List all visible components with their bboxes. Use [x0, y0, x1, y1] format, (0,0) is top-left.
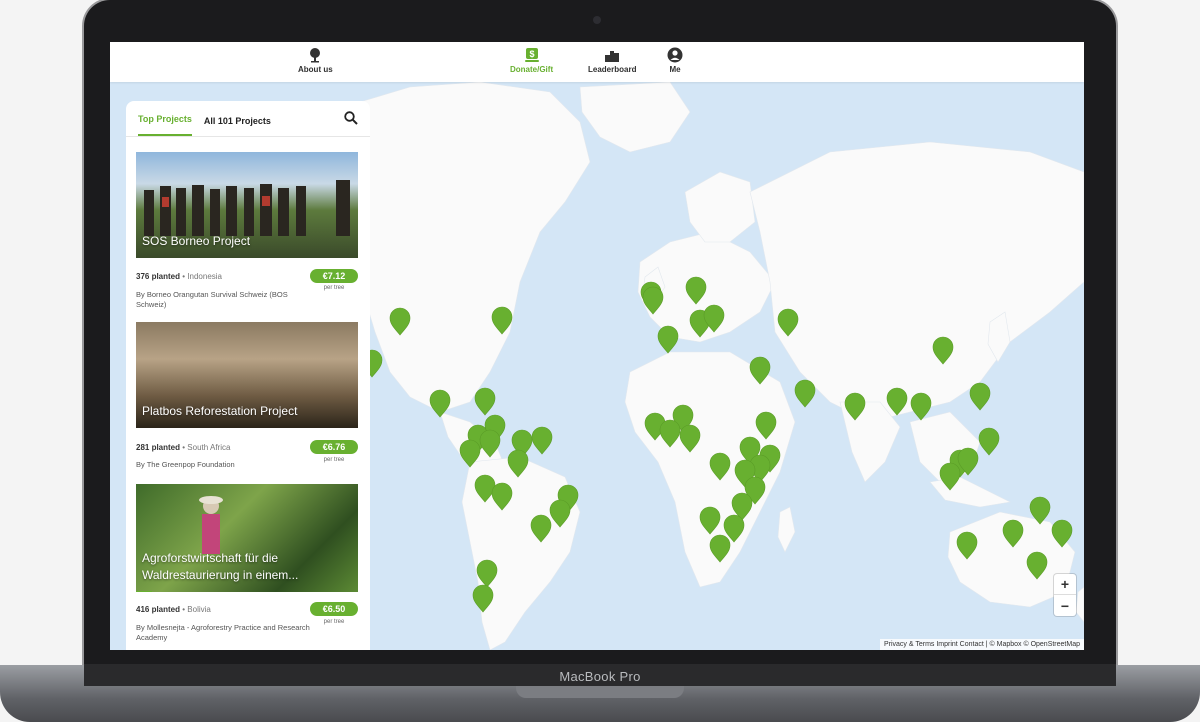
planted-count: 416 planted: [136, 605, 181, 614]
camera: [593, 16, 601, 24]
nav-leaderboard[interactable]: Leaderboard: [588, 47, 636, 74]
price-badge[interactable]: €6.76: [310, 440, 358, 454]
project-card[interactable]: SOS Borneo Project 376 planted • Indones…: [136, 152, 358, 317]
project-organization: By Mollesnejta - Agroforestry Practice a…: [136, 623, 310, 642]
planted-count: 376 planted: [136, 272, 181, 281]
project-image: SOS Borneo Project: [136, 152, 358, 258]
map-attribution[interactable]: Privacy & Terms Imprint Contact | © Mapb…: [879, 639, 1084, 650]
project-country: South Africa: [187, 443, 231, 452]
donate-icon: $: [524, 47, 540, 63]
project-country: Bolivia: [187, 605, 211, 614]
project-title: SOS Borneo Project: [142, 234, 251, 248]
user-icon: [667, 47, 683, 63]
project-card[interactable]: Platbos Reforestation Project 281 plante…: [136, 322, 358, 487]
tab-top-projects[interactable]: Top Projects: [138, 114, 192, 136]
project-meta: 281 planted • South Africa: [136, 443, 231, 452]
top-navigation: About us $ Donate/Gift Leaderboard Me: [110, 42, 1084, 82]
per-tree-label: per tree: [323, 619, 345, 625]
price-badge[interactable]: €6.50: [310, 602, 358, 616]
project-title: Agroforstwirtschaft für die Waldrestauri…: [142, 551, 299, 582]
nav-me[interactable]: Me: [667, 47, 683, 74]
zoom-controls: + −: [1054, 574, 1076, 616]
search-icon[interactable]: [344, 111, 358, 125]
tab-all-projects[interactable]: All 101 Projects: [204, 116, 271, 136]
project-meta: 376 planted • Indonesia: [136, 272, 222, 281]
planted-count: 281 planted: [136, 443, 181, 452]
svg-text:$: $: [529, 49, 534, 59]
project-organization: By Borneo Orangutan Survival Schweiz (BO…: [136, 290, 288, 309]
nav-about-us[interactable]: About us: [298, 47, 333, 74]
project-title: Platbos Reforestation Project: [142, 404, 298, 418]
nav-about-label: About us: [298, 65, 333, 74]
podium-icon: [604, 47, 620, 63]
projects-panel: Top Projects All 101 Projects SOS Borneo…: [126, 101, 370, 650]
project-image: Platbos Reforestation Project: [136, 322, 358, 428]
nav-me-label: Me: [669, 65, 681, 74]
nav-leaderboard-label: Leaderboard: [588, 65, 637, 74]
project-pin[interactable]: [361, 276, 1073, 613]
project-organization: By The Greenpop Foundation: [136, 460, 235, 469]
project-meta: 416 planted • Bolivia: [136, 605, 211, 614]
project-card[interactable]: Agroforstwirtschaft für die Waldrestauri…: [136, 484, 358, 650]
zoom-out-button[interactable]: −: [1054, 595, 1076, 616]
panel-tabs: Top Projects All 101 Projects: [126, 101, 370, 137]
laptop-notch: [516, 686, 684, 698]
nav-donate-gift[interactable]: $ Donate/Gift: [510, 47, 553, 74]
price-badge[interactable]: €7.12: [310, 269, 358, 283]
device-brand-label: MacBook Pro: [559, 669, 641, 684]
image-progress-bar: [136, 591, 152, 592]
zoom-in-button[interactable]: +: [1054, 574, 1076, 595]
project-country: Indonesia: [187, 272, 222, 281]
project-image: Agroforstwirtschaft für die Waldrestauri…: [136, 484, 358, 592]
nav-donate-label: Donate/Gift: [510, 65, 554, 74]
per-tree-label: per tree: [323, 285, 345, 291]
per-tree-label: per tree: [323, 457, 345, 463]
screen: About us $ Donate/Gift Leaderboard Me + …: [110, 42, 1084, 650]
tree-logo-icon: [307, 47, 323, 63]
